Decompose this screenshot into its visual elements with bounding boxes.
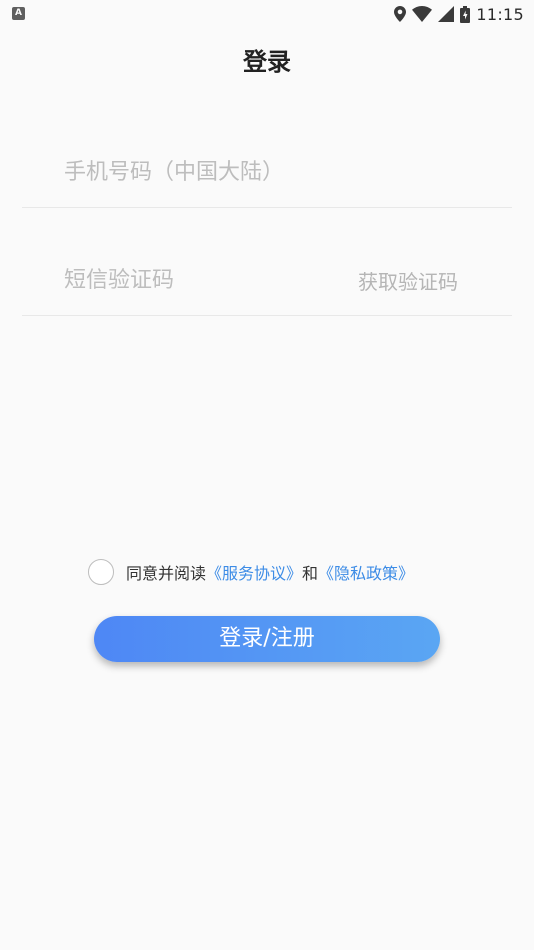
agreement-conjunction: 和 bbox=[302, 564, 319, 583]
agreement-row: 同意并阅读 《服务协议》 和 《隐私政策》 bbox=[88, 558, 414, 586]
privacy-policy-link[interactable]: 《隐私政策》 bbox=[318, 560, 414, 584]
signal-icon bbox=[438, 6, 455, 22]
wifi-icon bbox=[412, 6, 433, 22]
agreement-prefix: 同意并阅读 bbox=[126, 564, 207, 583]
battery-icon bbox=[460, 5, 471, 23]
status-time: 11:15 bbox=[476, 4, 524, 24]
get-code-button[interactable]: 获取验证码 bbox=[358, 266, 458, 295]
notification-a-icon: A bbox=[12, 7, 25, 20]
login-screen: A 11:15 登录 手机号码（中国大陆） 短信验证码 获取验证码 同意并阅读 … bbox=[0, 0, 534, 950]
agree-checkbox[interactable] bbox=[88, 559, 114, 585]
login-register-button[interactable]: 登录/注册 bbox=[94, 616, 440, 662]
location-icon bbox=[394, 6, 407, 22]
phone-input[interactable] bbox=[64, 152, 484, 192]
code-field-row: 获取验证码 bbox=[22, 256, 512, 316]
status-bar: A 11:15 bbox=[0, 0, 534, 28]
service-agreement-link[interactable]: 《服务协议》 bbox=[206, 560, 302, 584]
page-title: 登录 bbox=[243, 48, 291, 76]
phone-field-row bbox=[22, 148, 512, 208]
status-right-group: 11:15 bbox=[394, 3, 524, 25]
sms-code-input[interactable] bbox=[64, 260, 324, 300]
